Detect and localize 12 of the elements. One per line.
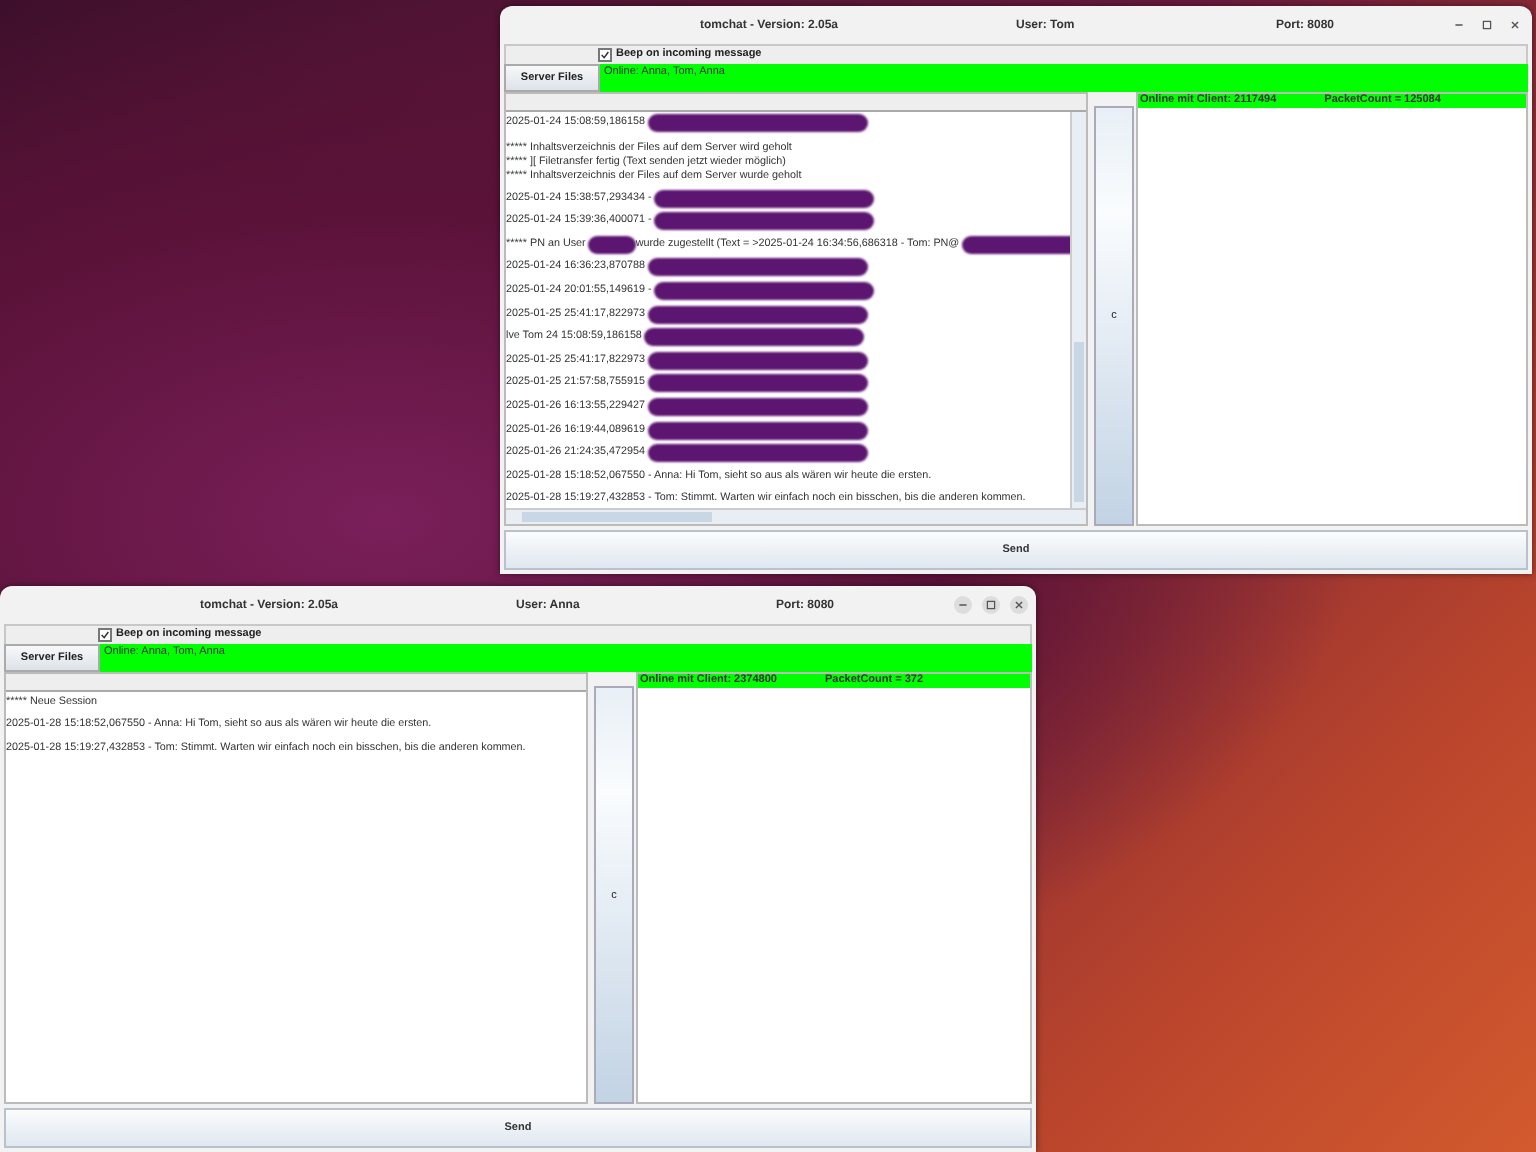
- close-icon[interactable]: [1010, 596, 1028, 614]
- message-input-field[interactable]: [506, 94, 1086, 112]
- horizontal-scrollbar[interactable]: [506, 508, 1086, 524]
- vertical-scrollbar[interactable]: [1070, 112, 1086, 508]
- maximize-icon[interactable]: [1478, 16, 1496, 34]
- close-icon[interactable]: [1506, 16, 1524, 34]
- checkmark-icon: [600, 50, 610, 60]
- maximize-icon[interactable]: [982, 596, 1000, 614]
- minimize-icon[interactable]: [954, 596, 972, 614]
- message-input-field[interactable]: [6, 674, 586, 692]
- checkmark-icon: [100, 630, 110, 640]
- redaction-mark: [587, 235, 636, 254]
